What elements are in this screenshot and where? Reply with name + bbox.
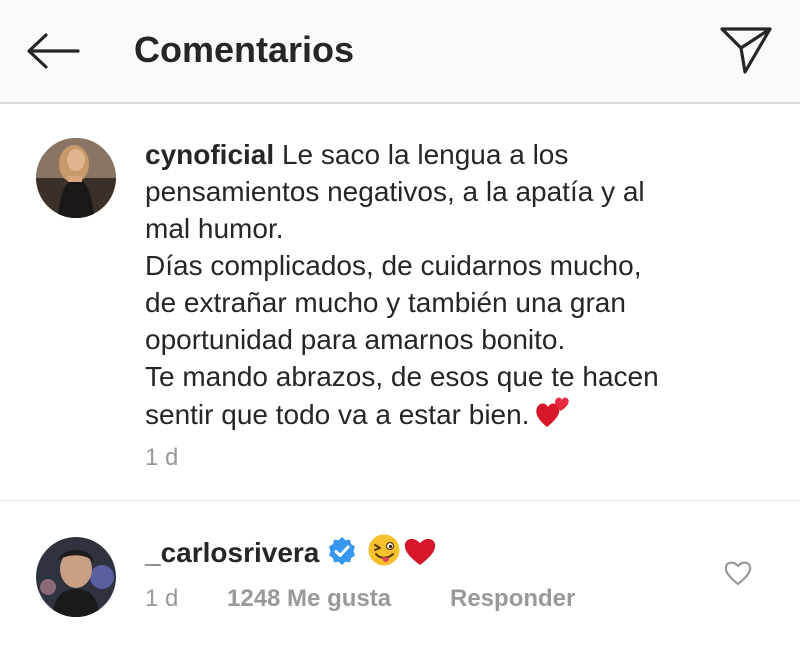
comment: _carlosrivera 1 d 1248 Me gusta Responde… [0,501,800,666]
caption-line: de extrañar mucho y también una gran [145,287,626,318]
heart-outline-icon [724,561,752,586]
share-button[interactable] [716,22,776,78]
red-heart-icon [405,538,436,565]
user-photo [36,138,116,218]
verified-badge-icon [329,537,356,565]
caption-line: sentir que todo va a estar bien. [145,399,530,430]
caption-line: Te mando abrazos, de esos que te hacen [145,361,659,392]
caption-line: Días complicados, de cuidarnos mucho, [145,250,642,281]
comment-text: cynoficial Le saco la lengua a los pensa… [145,136,745,433]
username[interactable]: _carlosrivera [145,537,319,568]
caption-comment: cynoficial Le saco la lengua a los pensa… [0,104,800,500]
likes-count-link[interactable]: 1248 Me gusta [227,585,391,613]
paper-plane-icon [720,27,772,74]
timestamp: 1 d [145,444,179,471]
caption-line: pensamientos negativos, a la apatía y al [145,176,645,207]
user-photo [36,537,116,617]
page-title: Comentarios [134,29,355,70]
comment-text: _carlosrivera [145,533,745,571]
two-hearts-icon [536,397,570,427]
back-button[interactable] [22,26,82,76]
top-bar: Comentarios [0,0,800,104]
winking-face-tongue-icon [368,534,400,566]
caption-line: mal humor. [145,213,284,244]
arrow-left-icon [27,33,80,69]
reply-button[interactable]: Responder [450,585,575,613]
caption-line: Le saco la lengua a los [281,139,569,170]
like-button[interactable] [722,557,754,589]
caption-line: oportunidad para amarnos bonito. [145,324,566,355]
username[interactable]: cynoficial [145,139,274,170]
comment-meta: 1 d [145,444,178,472]
avatar[interactable] [36,138,116,218]
timestamp: 1 d [145,585,179,612]
comment-meta: 1 d 1248 Me gusta Responder [145,585,575,613]
avatar[interactable] [36,537,116,617]
